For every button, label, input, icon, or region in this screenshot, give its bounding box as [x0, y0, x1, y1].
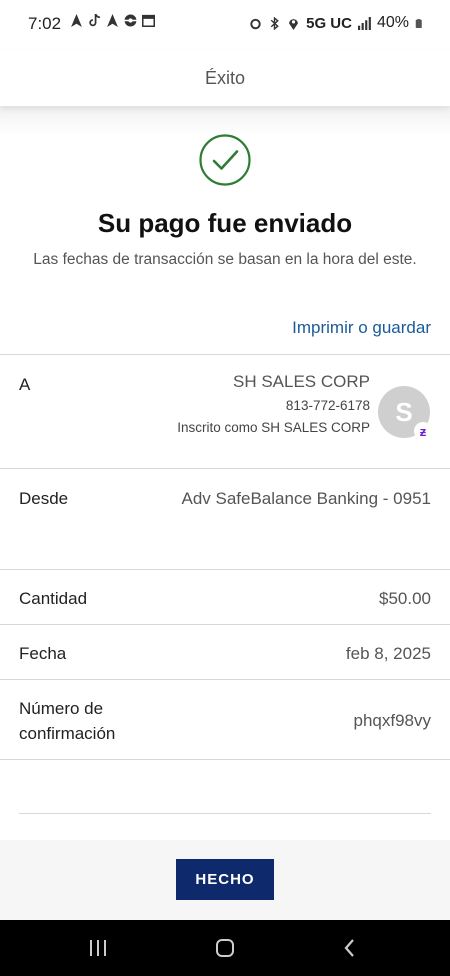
divider: [0, 759, 450, 760]
avatar-letter: S: [395, 396, 413, 427]
amount-value: $50.00: [379, 589, 431, 608]
divider: [0, 679, 450, 680]
confirmation-number-label: Número de confirmación: [19, 699, 116, 743]
navigation-icon: [107, 14, 118, 27]
recipient-enrolled-as: Inscrito como SH SALES CORP: [177, 420, 370, 435]
battery-icon: [415, 18, 422, 28]
confirmation-number-value: phqxf98vy: [353, 711, 432, 730]
done-button[interactable]: HECHO: [176, 859, 274, 900]
navigation-icon: [71, 14, 82, 27]
timezone-note: Las fechas de transacción se basan en la…: [33, 251, 417, 268]
date-value: feb 8, 2025: [345, 644, 431, 663]
recent-apps-icon[interactable]: [84, 934, 112, 962]
print-or-save-link[interactable]: Imprimir o guardar: [292, 318, 431, 338]
back-icon[interactable]: [336, 934, 364, 962]
confirmation-content: Su pago fue enviado Las fechas de transa…: [0, 106, 450, 840]
from-label: Desde: [19, 489, 69, 508]
status-right-group: 5G UC 40%: [249, 14, 424, 32]
calendar-icon: [142, 14, 155, 27]
location-icon: [289, 18, 298, 30]
network-type: 5G UC: [306, 14, 352, 32]
bluetooth-icon: [270, 16, 279, 30]
status-time: 7:02: [28, 14, 62, 33]
date-label: Fecha: [19, 644, 67, 663]
alarm-icon: [250, 18, 261, 29]
battery-percent: 40%: [376, 14, 409, 31]
divider: [19, 813, 431, 814]
pokeball-icon: [124, 14, 137, 27]
recipient-name: SH SALES CORP: [233, 372, 370, 391]
status-notification-icons: [70, 14, 155, 27]
divider: [0, 468, 450, 469]
tiktok-icon: [89, 14, 100, 27]
system-nav-bar: [0, 920, 450, 976]
to-label: A: [19, 375, 31, 394]
signal-icon: [357, 16, 371, 30]
divider: [0, 624, 450, 625]
recipient-phone: 813-772-6178: [285, 398, 370, 413]
divider: [0, 569, 450, 570]
status-bar: 7:02 5G UC 40%: [0, 0, 450, 50]
header-shadow: [0, 106, 450, 136]
check-circle-icon: [199, 134, 251, 186]
app-header: Éxito: [0, 50, 450, 106]
amount-label: Cantidad: [19, 589, 88, 608]
page-title: Éxito: [204, 67, 246, 88]
from-account: Adv SafeBalance Banking - 0951: [181, 489, 431, 508]
zelle-icon: ƶ: [414, 422, 432, 440]
home-icon[interactable]: [211, 934, 239, 962]
divider: [0, 354, 450, 355]
success-headline: Su pago fue enviado: [97, 208, 353, 238]
